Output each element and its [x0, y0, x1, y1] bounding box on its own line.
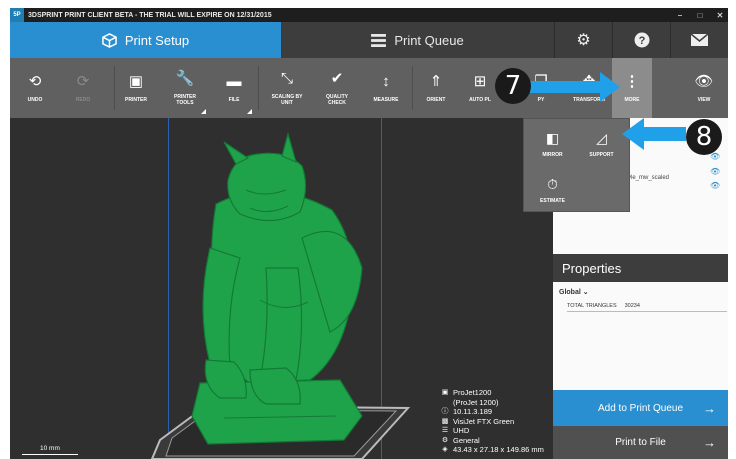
step-8-callout: 8 — [686, 119, 722, 155]
app-window: 5P 3DSPRINT PRINT CLIENT BETA - THE TRIA… — [10, 8, 728, 459]
step-7-callout: 7 — [495, 68, 531, 104]
arrow-icon — [530, 72, 620, 102]
arrow-icon — [622, 118, 686, 150]
annotation-arrows — [530, 72, 686, 150]
